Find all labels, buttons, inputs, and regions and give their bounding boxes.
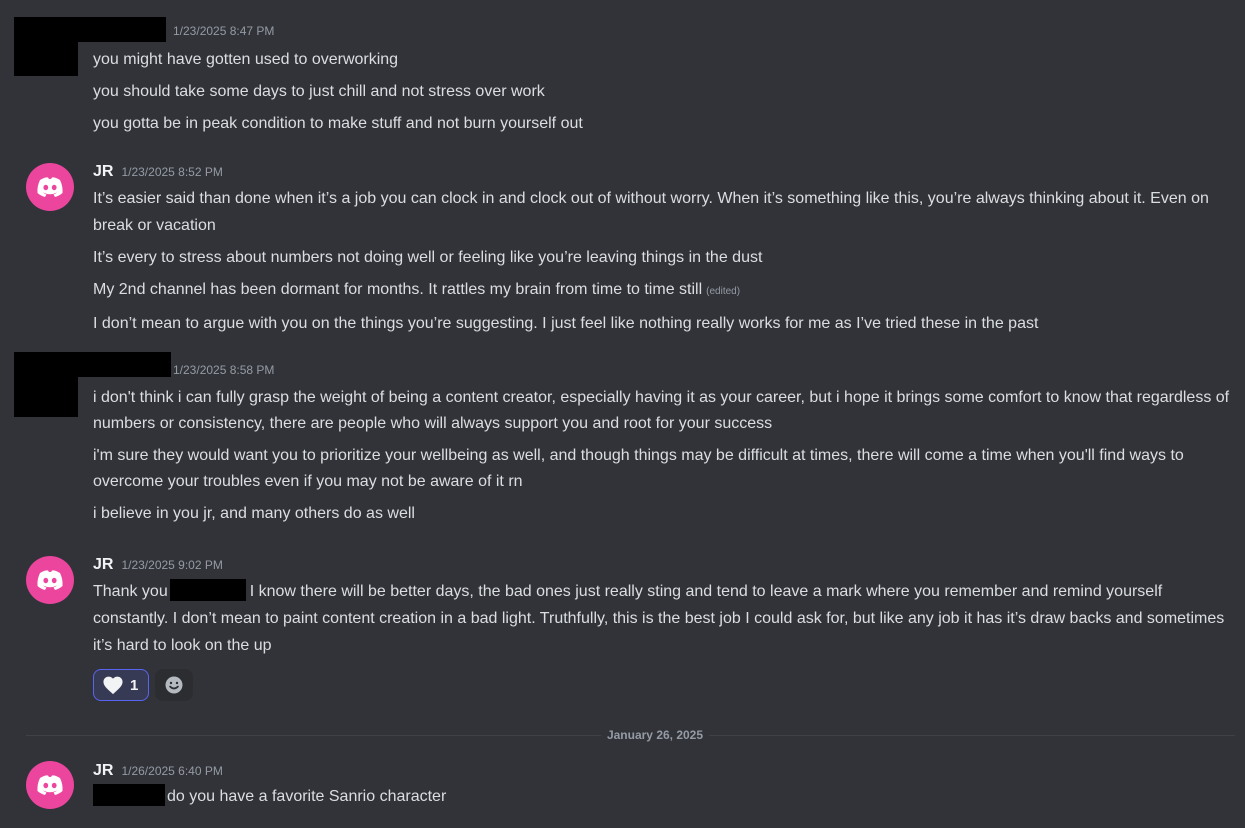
- redacted-avatar: [14, 42, 78, 76]
- reaction-heart[interactable]: 1: [93, 669, 150, 701]
- message-text-part: My 2nd channel has been dormant for mont…: [93, 281, 703, 298]
- redacted-avatar: [14, 377, 78, 417]
- reactions-bar: 1: [93, 669, 1237, 701]
- heart-icon: [103, 676, 123, 695]
- message-text: you should take some days to just chill …: [93, 83, 545, 100]
- avatar[interactable]: [26, 761, 74, 809]
- avatar[interactable]: [26, 556, 74, 604]
- message-text: I don’t mean to argue with you on the th…: [93, 315, 1039, 332]
- message-text: Thank you I know there will be better day…: [93, 578, 1237, 659]
- author-name[interactable]: JR: [93, 556, 113, 574]
- redacted-mention: [169, 579, 246, 601]
- author-name[interactable]: JR: [93, 163, 113, 181]
- timestamp[interactable]: 1/26/2025 6:40 PM: [121, 764, 222, 778]
- discord-icon: [37, 177, 63, 197]
- message-text: you might have gotten used to overworkin…: [93, 51, 399, 68]
- message-text: My 2nd channel has been dormant for mont…: [93, 277, 1237, 305]
- message-2: JR 1/23/2025 8:52 PM It’s easier said th…: [93, 163, 1237, 337]
- edited-label: (edited): [706, 286, 741, 297]
- timestamp[interactable]: 1/23/2025 9:02 PM: [121, 558, 222, 572]
- message-5: JR 1/26/2025 6:40 PM do you have a favor…: [93, 762, 1237, 810]
- message-text: i believe in you jr, and many others do …: [93, 505, 415, 522]
- smiley-icon: [165, 676, 183, 694]
- add-reaction-button[interactable]: [155, 669, 194, 701]
- message-text: i don't think i can fully grasp the weig…: [93, 389, 1230, 432]
- avatar[interactable]: [26, 163, 74, 211]
- timestamp[interactable]: 1/23/2025 8:52 PM: [121, 165, 222, 179]
- message-text: It’s easier said than done when it’s a j…: [93, 190, 1209, 234]
- discord-icon: [37, 570, 63, 590]
- timestamp[interactable]: 1/23/2025 8:58 PM: [173, 363, 274, 377]
- message-3: 1/23/2025 8:58 PM i don't think i can fu…: [93, 363, 1237, 527]
- message-text-part: do you have a favorite Sanrio character: [167, 788, 447, 805]
- reaction-count: 1: [130, 676, 139, 694]
- redacted-mention: [93, 784, 165, 806]
- discord-icon: [37, 775, 63, 795]
- message-text-part: I know there will be better days, the ba…: [93, 583, 1225, 654]
- author-name[interactable]: JR: [93, 762, 113, 780]
- message-text: It’s every to stress about numbers not d…: [93, 249, 763, 266]
- message-text-part: Thank you: [93, 583, 168, 600]
- message-1: 1/23/2025 8:47 PM you might have gotten …: [93, 24, 1237, 137]
- message-4: JR 1/23/2025 9:02 PM Thank you I know the…: [93, 556, 1237, 701]
- message-text: you gotta be in peak condition to make s…: [93, 115, 583, 132]
- date-divider-label: January 26, 2025: [0, 728, 1245, 742]
- timestamp[interactable]: 1/23/2025 8:47 PM: [173, 24, 274, 38]
- message-text: do you have a favorite Sanrio character: [93, 784, 1237, 810]
- date-divider-text: January 26, 2025: [600, 728, 710, 742]
- message-text: i'm sure they would want you to prioriti…: [93, 447, 1184, 490]
